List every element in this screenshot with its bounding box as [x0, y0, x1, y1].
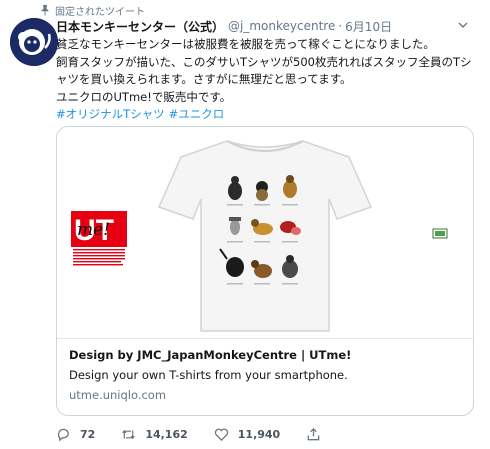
share-button[interactable] [306, 427, 330, 442]
tweet-timestamp[interactable]: 6月10日 [345, 18, 392, 35]
pin-icon [41, 5, 49, 16]
share-icon [307, 427, 320, 440]
tshirt-shape [157, 140, 373, 332]
card-title[interactable]: Design by JMC_JapanMonkeyCentre | UTme! [69, 347, 465, 364]
me-logo-script: me! [77, 220, 110, 240]
hashtag-link[interactable]: #オリジナルTシャツ [56, 107, 165, 121]
tweet-text-line: 飼育スタッフが描いた、このダサいTシャツが500枚売れればスタッフ全員のTシ [56, 54, 472, 69]
heart-icon [214, 428, 228, 441]
like-button[interactable]: 11,940 [214, 427, 280, 442]
reply-count: 72 [80, 427, 96, 441]
card-meta[interactable]: Design by JMC_JapanMonkeyCentre | UTme! … [69, 347, 465, 404]
tweet-actions: 72 14,162 11,940 [56, 425, 356, 443]
card-domain[interactable]: utme.uniqlo.com [69, 387, 465, 404]
retweet-icon [122, 429, 136, 439]
logo-fine-print [73, 249, 125, 266]
tshirt-product-image: UT me! [71, 140, 448, 332]
card-image[interactable]: UT me! [57, 127, 473, 339]
like-count: 11,940 [237, 427, 281, 441]
monkey-illustrations [219, 175, 301, 285]
card-description: Design your own T-shirts from your smart… [69, 368, 348, 382]
retweet-button[interactable]: 14,162 [121, 427, 188, 442]
avatar[interactable] [10, 18, 58, 66]
sticker-icon [432, 228, 448, 239]
link-card[interactable]: UT me! Design by JMC_JapanMonkeyCentre |… [56, 126, 474, 416]
hashtag-link[interactable]: #ユニクロ [169, 107, 225, 121]
user-handle[interactable]: @j_monkeycentre [228, 19, 335, 33]
tweet-text-line: ユニクロのUTme!で販売中です。 [56, 89, 232, 104]
reply-icon [57, 428, 69, 442]
display-name[interactable]: 日本モンキーセンター（公式） [56, 18, 224, 35]
pinned-label: 固定されたツイート [55, 6, 145, 18]
monkey-logo-icon [10, 18, 58, 66]
separator-dot: · [338, 19, 343, 33]
pinned-tweet-indicator: 固定されたツイート [39, 3, 145, 18]
tweet-text-line: 貧乏なモンキーセンターは被服費を被服を売って稼ぐことになりました。 [56, 37, 435, 51]
retweet-count: 14,162 [145, 427, 188, 441]
hashtag-line: #オリジナルTシャツ #ユニクロ [56, 106, 486, 124]
tweet-header: 日本モンキーセンター（公式） @j_monkeycentre · 6月10日 [56, 18, 476, 34]
reply-button[interactable]: 72 [56, 427, 95, 442]
chevron-down-icon[interactable] [456, 18, 470, 32]
tweet-text: 貧乏なモンキーセンターは被服費を被服を売って稼ぐことになりました。 飼育スタッフ… [56, 36, 486, 124]
tweet-text-line: ャツを買い換えられます。さすがに無理だと思ってます。 [56, 72, 352, 86]
